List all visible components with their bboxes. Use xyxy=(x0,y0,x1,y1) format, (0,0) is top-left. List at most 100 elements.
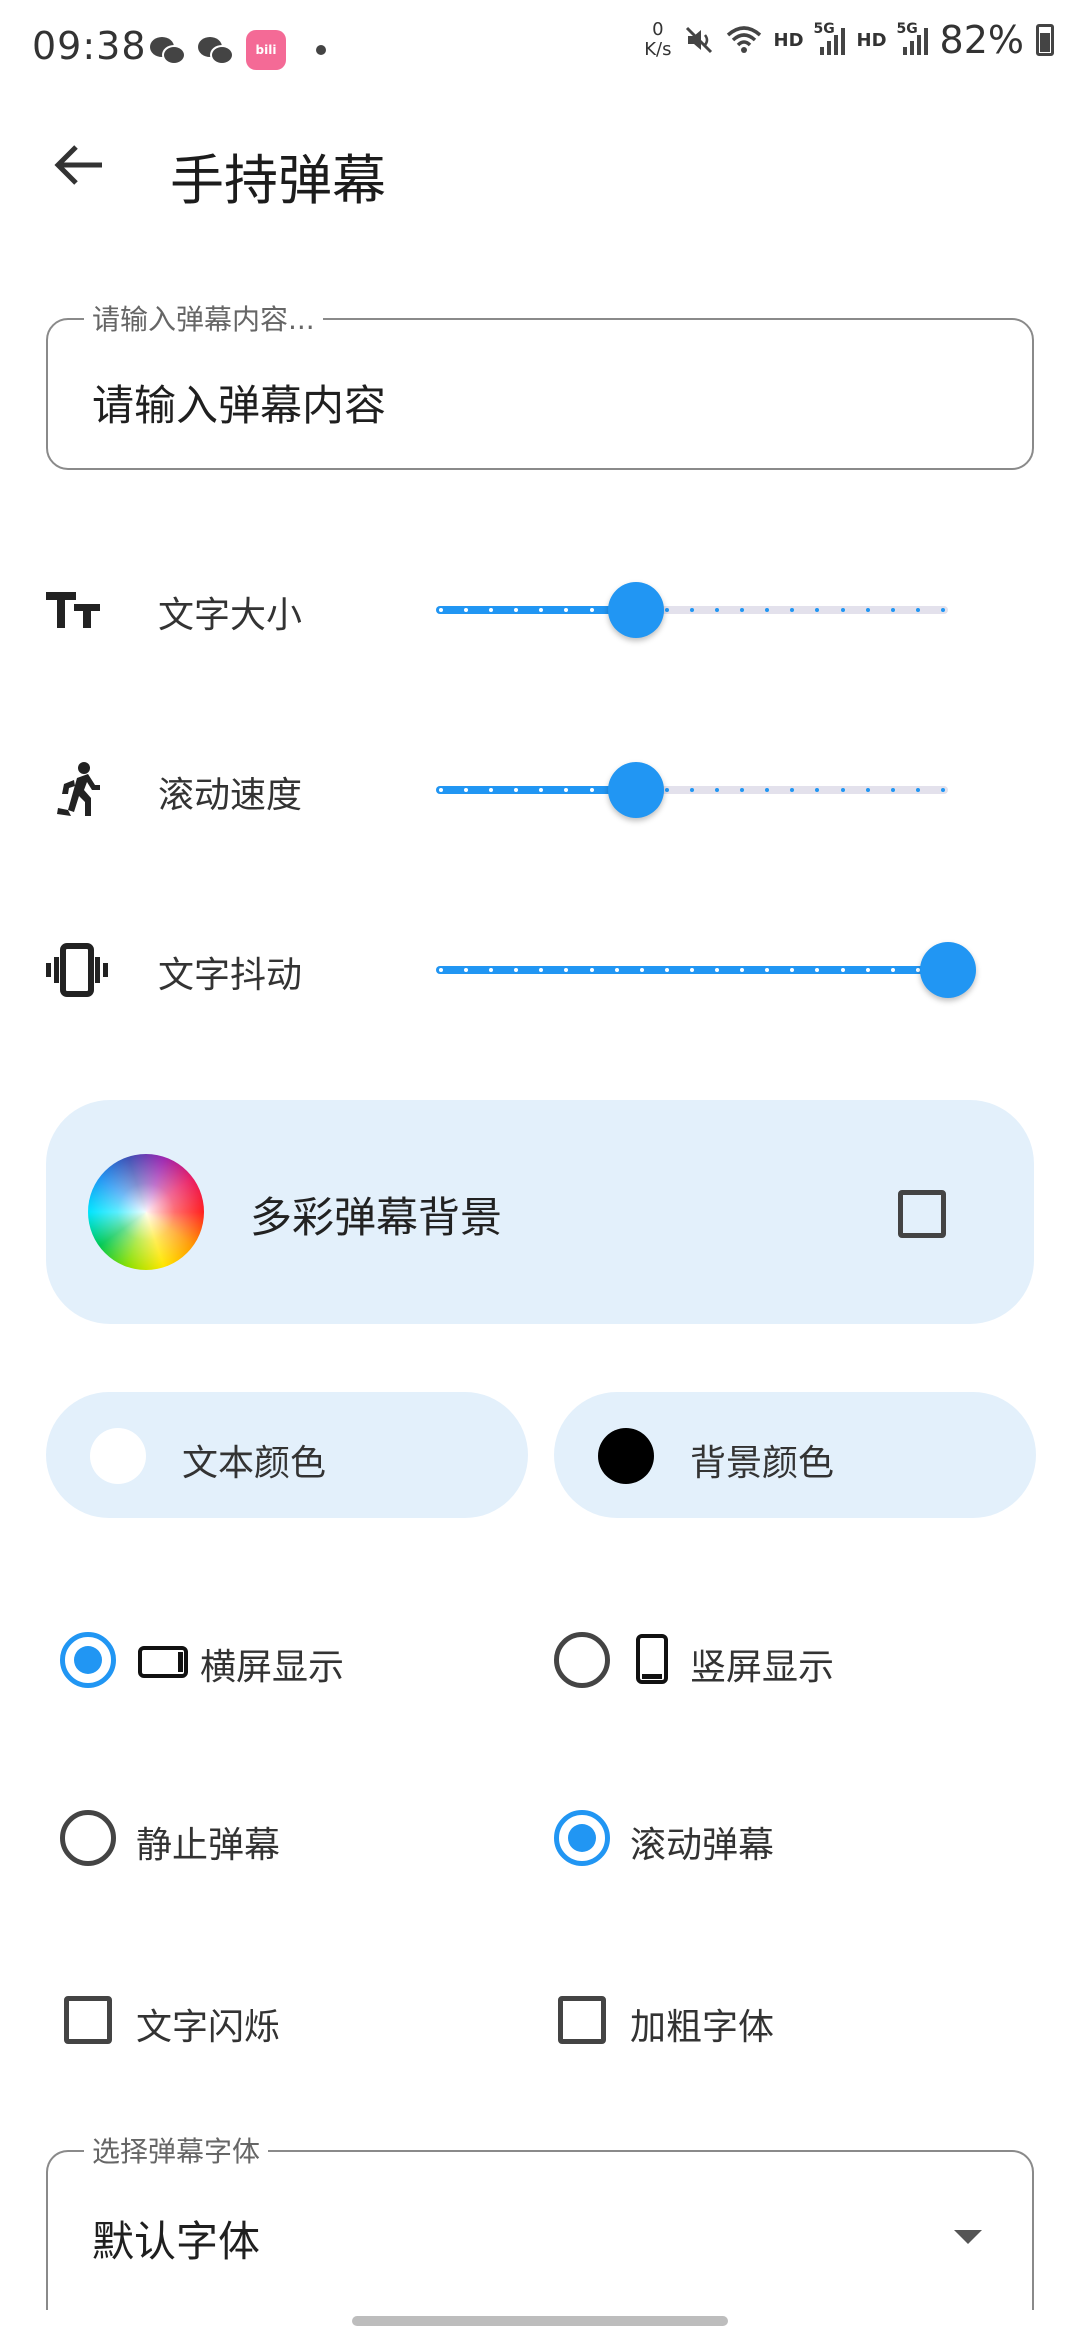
slider-tick xyxy=(564,968,569,972)
text-shake-row: 文字抖动 xyxy=(0,920,1080,1020)
landscape-phone-icon xyxy=(138,1646,188,1678)
slider-tick xyxy=(564,608,569,612)
slider-tick xyxy=(539,608,544,612)
font-select-legend: 选择弹幕字体 xyxy=(84,2130,269,2170)
slider-tick xyxy=(915,608,920,612)
slider-tick xyxy=(639,968,644,972)
portrait-option[interactable]: 竖屏显示 xyxy=(554,1626,954,1696)
slider-tick xyxy=(589,608,594,612)
slider-tick xyxy=(489,608,494,612)
slider-tick xyxy=(815,788,820,792)
scroll-speed-label: 滚动速度 xyxy=(158,775,303,816)
hd-icon: HD xyxy=(773,29,804,51)
text-size-label: 文字大小 xyxy=(158,595,303,636)
dropdown-arrow-icon[interactable] xyxy=(954,2230,982,2244)
slider-tick xyxy=(815,968,820,972)
slider-tick xyxy=(840,968,845,972)
slider-tick xyxy=(589,788,594,792)
danmaku-text-input[interactable]: 请输入弹幕内容... 请输入弹幕内容 xyxy=(46,298,1034,470)
bilibili-icon: bili xyxy=(246,30,286,70)
slider-tick xyxy=(539,788,544,792)
text-shake-slider-thumb[interactable] xyxy=(920,942,976,998)
background-color-button[interactable]: 背景颜色 xyxy=(554,1392,1036,1518)
slider-tick xyxy=(865,608,870,612)
colorful-background-checkbox[interactable] xyxy=(898,1190,946,1238)
background-color-label: 背景颜色 xyxy=(690,1443,835,1484)
slider-tick xyxy=(765,968,770,972)
running-person-icon xyxy=(57,762,100,816)
static-danmaku-label: 静止弹幕 xyxy=(136,1825,281,1866)
scroll-speed-slider[interactable] xyxy=(436,786,948,794)
bold-font-option[interactable]: 加粗字体 xyxy=(554,1986,954,2056)
scroll-danmaku-option[interactable]: 滚动弹幕 xyxy=(554,1804,954,1874)
slider-tick xyxy=(915,788,920,792)
input-value[interactable]: 请输入弹幕内容 xyxy=(92,372,386,433)
slider-tick xyxy=(464,968,469,972)
text-blink-checkbox[interactable] xyxy=(64,1996,112,2044)
scroll-danmaku-label: 滚动弹幕 xyxy=(630,1825,775,1866)
slider-tick xyxy=(664,788,669,792)
battery-percent: 82% xyxy=(939,18,1024,62)
landscape-label: 横屏显示 xyxy=(200,1647,345,1688)
slider-tick xyxy=(940,608,945,612)
slider-tick xyxy=(514,608,519,612)
wechat-icon xyxy=(150,35,188,65)
signal-5g-icon: 5G xyxy=(814,21,845,55)
slider-tick xyxy=(439,788,443,792)
slider-tick xyxy=(715,968,720,972)
notification-icons: bili xyxy=(150,30,326,70)
slider-tick xyxy=(715,788,720,792)
text-size-icon xyxy=(46,592,100,628)
background-color-swatch xyxy=(598,1428,654,1484)
bold-font-checkbox[interactable] xyxy=(558,1996,606,2044)
static-danmaku-option[interactable]: 静止弹幕 xyxy=(60,1804,460,1874)
bold-font-label: 加粗字体 xyxy=(630,2007,775,2048)
slider-tick xyxy=(740,788,745,792)
slider-tick xyxy=(664,968,669,972)
slider-tick xyxy=(489,788,494,792)
slider-tick xyxy=(940,788,945,792)
slider-tick xyxy=(865,788,870,792)
signal-5g-icon: 5G xyxy=(897,21,928,55)
text-size-slider-thumb[interactable] xyxy=(607,582,664,638)
status-bar: 09:38 bili 0 K/s HD 5G HD 5G 82% xyxy=(0,0,1080,100)
back-arrow-icon[interactable] xyxy=(44,130,114,200)
text-blink-option[interactable]: 文字闪烁 xyxy=(60,1986,460,2056)
slider-tick xyxy=(740,968,745,972)
slider-tick xyxy=(614,968,619,972)
slider-tick xyxy=(564,788,569,792)
text-color-button[interactable]: 文本颜色 xyxy=(46,1392,528,1518)
text-shake-slider[interactable] xyxy=(436,966,948,974)
system-status-icons: 0 K/s HD 5G HD 5G 82% xyxy=(644,18,1054,62)
colorful-background-card[interactable]: 多彩弹幕背景 xyxy=(46,1100,1034,1324)
slider-tick xyxy=(765,608,770,612)
font-select[interactable]: 选择弹幕字体 默认字体 xyxy=(46,2130,1034,2310)
slider-tick xyxy=(539,968,544,972)
hd-icon: HD xyxy=(856,29,887,51)
scroll-danmaku-radio[interactable] xyxy=(554,1810,610,1866)
gesture-nav-handle[interactable] xyxy=(352,2316,728,2326)
text-blink-label: 文字闪烁 xyxy=(136,2007,281,2048)
landscape-option[interactable]: 横屏显示 xyxy=(60,1626,460,1696)
scroll-speed-slider-thumb[interactable] xyxy=(607,762,664,818)
static-danmaku-radio[interactable] xyxy=(60,1810,116,1866)
landscape-radio[interactable] xyxy=(60,1632,116,1688)
slider-tick xyxy=(840,788,845,792)
slider-tick xyxy=(464,788,469,792)
slider-tick xyxy=(890,788,895,792)
portrait-radio[interactable] xyxy=(554,1632,610,1688)
slider-tick xyxy=(589,968,594,972)
wechat-icon xyxy=(198,35,236,65)
battery-icon xyxy=(1036,24,1054,56)
scroll-speed-row: 滚动速度 xyxy=(0,740,1080,840)
slider-tick xyxy=(664,608,669,612)
slider-tick xyxy=(765,788,770,792)
portrait-label: 竖屏显示 xyxy=(690,1647,835,1688)
portrait-phone-icon xyxy=(636,1634,668,1684)
more-notifications-dot-icon xyxy=(316,45,326,55)
text-color-label: 文本颜色 xyxy=(182,1443,327,1484)
vibration-icon xyxy=(46,943,108,997)
text-size-slider[interactable] xyxy=(436,606,948,614)
slider-tick xyxy=(740,608,745,612)
slider-tick xyxy=(464,608,469,612)
